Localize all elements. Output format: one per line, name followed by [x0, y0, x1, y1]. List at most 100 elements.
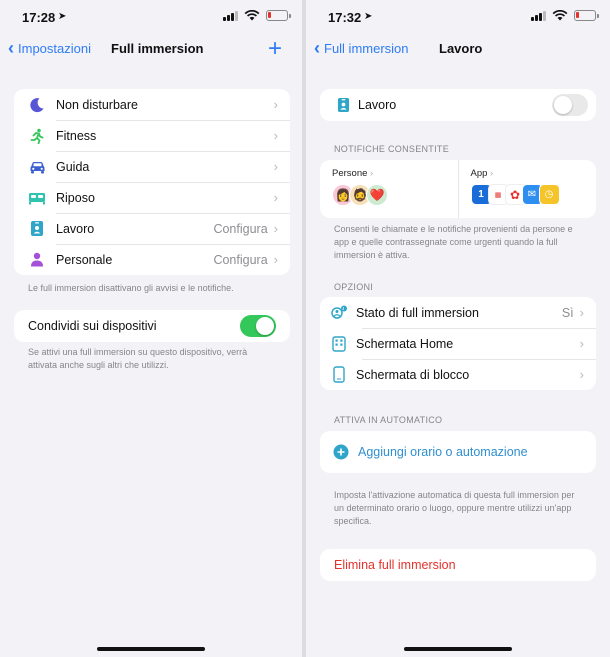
apps-label: App [470, 168, 488, 179]
chevron-left-icon: ‹ [8, 38, 14, 58]
chevron-right-icon: › [273, 190, 278, 205]
focus-item-lavoro[interactable]: Lavoro Configura › [14, 213, 290, 244]
back-button-label: Impostazioni [18, 40, 91, 56]
option-home-screen[interactable]: Schermata Home › [320, 328, 596, 359]
option-label: Schermata di blocco [356, 367, 470, 382]
share-devices-row: Condividi sui dispositivi [14, 310, 290, 342]
cellular-signal-icon [531, 10, 546, 21]
back-button[interactable]: ‹ Impostazioni [8, 38, 91, 58]
lock-screen-icon [330, 366, 348, 384]
wifi-icon [244, 10, 260, 21]
focus-toggle-row: Lavoro [320, 89, 596, 121]
options-list: Stato di full immersion Sì › Schermata H… [320, 297, 596, 390]
automation-footnote: Imposta l'attivazione automatica di ques… [334, 490, 575, 526]
page-title: Full immersion [111, 41, 204, 56]
navigation-bar: ‹ Impostazioni Full immersion + [0, 35, 302, 63]
people-label: Persone [332, 168, 368, 179]
focus-item-label: Riposo [56, 190, 95, 205]
location-arrow-icon: ➤ [58, 11, 67, 22]
chevron-right-icon: › [579, 367, 584, 382]
home-screen-icon [330, 335, 348, 353]
notifications-section-header: NOTIFICHE CONSENTITE [334, 144, 450, 154]
right-screen: 17:32 ➤ ‹ Full immersion Lavoro Lavoro N… [306, 0, 610, 657]
automation-section-header: ATTIVA IN AUTOMATICO [334, 415, 443, 425]
status-time: 17:28 [22, 10, 56, 25]
chevron-right-icon: › [579, 305, 584, 320]
focus-item-riposo[interactable]: Riposo › [14, 182, 290, 213]
focus-toggle-group: Lavoro [320, 89, 596, 121]
focus-item-label: Fitness [56, 128, 97, 143]
id-badge-icon [334, 96, 352, 114]
focus-item-value: Configura [213, 221, 268, 236]
focus-footnote: Le full immersion disattivano gli avvisi… [28, 283, 234, 293]
plus-circle-icon [332, 443, 350, 461]
delete-focus-label: Elimina full immersion [334, 558, 456, 572]
option-label: Schermata Home [356, 336, 454, 351]
focus-list: Non disturbare › Fitness › Guida › Ripos… [14, 89, 290, 275]
chevron-right-icon: › [273, 97, 278, 112]
focus-item-label: Non disturbare [56, 97, 138, 112]
bed-icon [28, 189, 46, 207]
left-screen: 17:28 ➤ ‹ Impostazioni Full immersion + … [0, 0, 302, 657]
status-time: 17:32 [328, 10, 362, 25]
focus-item-fitness[interactable]: Fitness › [14, 120, 290, 151]
focus-enable-toggle[interactable] [552, 94, 588, 116]
chevron-left-icon: ‹ [314, 38, 320, 58]
chevron-right-icon: › [273, 252, 278, 267]
favorites-heart-icon: ❤️ [366, 184, 388, 206]
back-button[interactable]: ‹ Full immersion [314, 38, 409, 58]
share-devices-label: Condividi sui dispositivi [28, 319, 157, 333]
running-person-icon [28, 127, 46, 145]
focus-item-label: Lavoro [56, 221, 95, 236]
option-lock-screen[interactable]: Schermata di blocco › [320, 359, 596, 390]
notifications-footnote: Consenti le chiamate e le notifiche prov… [334, 224, 573, 260]
home-indicator [404, 647, 512, 651]
share-group: Condividi sui dispositivi [14, 310, 290, 342]
chevron-right-icon: › [273, 128, 278, 143]
focus-name-label: Lavoro [358, 98, 397, 112]
focus-status-icon [330, 304, 348, 322]
focus-item-non-disturbare[interactable]: Non disturbare › [14, 89, 290, 120]
chevron-right-icon: › [579, 336, 584, 351]
battery-low-icon [574, 10, 599, 21]
focus-item-label: Personale [56, 252, 113, 267]
wifi-icon [552, 10, 568, 21]
chevron-right-icon: › [273, 159, 278, 174]
cellular-signal-icon [223, 10, 238, 21]
focus-item-value: Configura [213, 252, 268, 267]
automation-group: Aggiungi orario o automazione [320, 431, 596, 473]
focus-item-label: Guida [56, 159, 90, 174]
home-indicator [97, 647, 205, 651]
options-section-header: OPZIONI [334, 282, 374, 292]
add-button[interactable]: + [268, 35, 282, 63]
battery-low-icon [266, 10, 291, 21]
share-footnote: Se attivi una full immersion su questo d… [28, 347, 248, 370]
page-title: Lavoro [439, 41, 483, 56]
allowed-notifications-box: Persone › 👩 🧔 ❤️ App › 1 ▦ ✿ ✉ ◷ [320, 160, 596, 218]
person-icon [28, 251, 46, 269]
moon-icon [28, 96, 46, 114]
focus-item-guida[interactable]: Guida › [14, 151, 290, 182]
add-automation-button[interactable]: Aggiungi orario o automazione [320, 431, 596, 473]
share-devices-toggle[interactable] [240, 315, 276, 337]
add-automation-label: Aggiungi orario o automazione [358, 445, 528, 459]
chevron-right-icon: › [490, 168, 494, 179]
location-arrow-icon: ➤ [364, 11, 373, 22]
option-focus-status[interactable]: Stato di full immersion Sì › [320, 297, 596, 328]
chevron-right-icon: › [273, 221, 278, 236]
id-badge-icon [28, 220, 46, 238]
apps-column[interactable]: App › 1 ▦ ✿ ✉ ◷ [457, 160, 597, 218]
people-column[interactable]: Persone › 👩 🧔 ❤️ [320, 160, 458, 218]
clock-app-icon: ◷ [538, 184, 560, 205]
option-value: Sì [561, 305, 574, 320]
option-label: Stato di full immersion [356, 305, 479, 320]
delete-group: Elimina full immersion [320, 549, 596, 581]
back-button-label: Full immersion [324, 40, 409, 56]
navigation-bar: ‹ Full immersion Lavoro [306, 38, 610, 60]
car-icon [28, 158, 46, 176]
chevron-right-icon: › [370, 168, 374, 179]
delete-focus-button[interactable]: Elimina full immersion [320, 549, 596, 581]
status-bar: 17:32 ➤ [306, 0, 610, 34]
focus-item-personale[interactable]: Personale Configura › [14, 244, 290, 275]
status-bar: 17:28 ➤ [0, 0, 302, 34]
